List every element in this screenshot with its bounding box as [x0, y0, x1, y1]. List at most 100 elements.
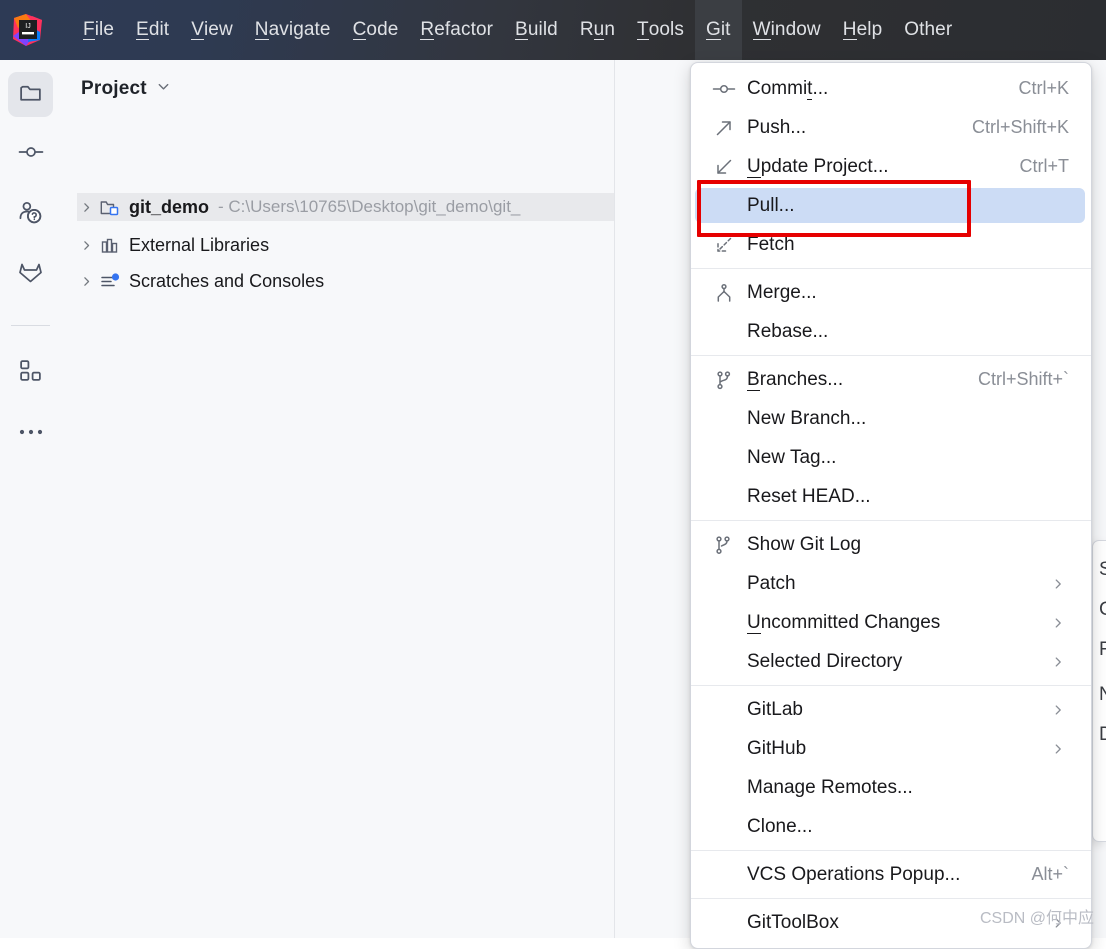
menu-bar-item-build[interactable]: Build [504, 0, 569, 60]
chevron-down-icon[interactable] [156, 79, 171, 99]
peek-menu-item[interactable]: C [1099, 599, 1106, 621]
menu-bar-item-other[interactable]: Other [893, 0, 963, 60]
menu-icon-placeholder [709, 777, 739, 799]
menu-separator [691, 520, 1091, 521]
menu-item-label: Reset HEAD... [747, 485, 871, 507]
more-tool-button[interactable] [8, 410, 53, 455]
menu-icon-placeholder [709, 573, 739, 595]
right-peek-submenu: SCF ND [1092, 540, 1106, 842]
menu-item-label: New Tag... [747, 446, 837, 468]
menu-item-new-tag[interactable]: New Tag... [691, 438, 1091, 477]
menu-icon-placeholder [709, 612, 739, 634]
menu-item-label: Show Git Log [747, 533, 862, 555]
menu-item-label: Manage Remotes... [747, 776, 913, 798]
menu-icon-placeholder [709, 321, 739, 343]
menu-item-uncommitted-changes[interactable]: Uncommitted Changes [691, 603, 1091, 642]
peek-menu-item[interactable]: D [1099, 724, 1106, 746]
menu-icon-placeholder [709, 864, 739, 886]
menu-bar-item-edit[interactable]: Edit [125, 0, 180, 60]
chevron-right-icon[interactable] [77, 236, 95, 254]
menu-icon-placeholder [709, 651, 739, 673]
menu-item-pull[interactable]: Pull... [691, 186, 1091, 225]
watermark: CSDN @何中应 [979, 910, 1094, 927]
project-tool-button[interactable] [8, 72, 53, 117]
menu-icon-placeholder [709, 195, 739, 217]
menu-item-reset-head[interactable]: Reset HEAD... [691, 477, 1091, 516]
tree-item-git-demo[interactable]: git_demo - C:\Users\10765\Desktop\git_de… [77, 193, 614, 221]
gitlab-tool-button[interactable] [8, 252, 53, 297]
menu-bar-item-tools[interactable]: Tools [626, 0, 695, 60]
chevron-right-icon [1051, 616, 1083, 630]
menu-bar-item-refactor[interactable]: Refactor [409, 0, 504, 60]
menu-bar-items: File Edit View Navigate Code Refactor Build Ru n… [72, 0, 963, 60]
tree-item-path: - C:\Users\10765\Desktop\git_demo\git_ [218, 197, 521, 216]
menu-bar-item-window[interactable]: Window [742, 0, 832, 60]
commit-node-icon [18, 139, 44, 170]
menu-item-gitlab[interactable]: GitLab [691, 690, 1091, 729]
chevron-right-icon[interactable] [77, 198, 95, 216]
menu-bar-item-git[interactable]: Git [694, 0, 742, 60]
menu-item-label: Fetch [747, 233, 795, 255]
menu-item-rebase[interactable]: Rebase... [691, 312, 1091, 351]
menu-icon-placeholder [709, 738, 739, 760]
menu-item-label: GitToolBox [747, 911, 839, 933]
menu-bar-item-run[interactable]: Run [569, 0, 626, 60]
menu-bar-item-navigate[interactable]: Navigate [244, 0, 342, 60]
update-icon [709, 156, 739, 178]
menu-item-label: Uncommitted Changes [747, 611, 941, 634]
peek-menu-item[interactable]: F [1099, 639, 1106, 661]
menu-item-new-branch[interactable]: New Branch... [691, 399, 1091, 438]
menu-bar-item-code[interactable]: Code [342, 0, 410, 60]
menu-item-label: GitLab [747, 698, 803, 720]
menu-item-selected-directory[interactable]: Selected Directory [691, 642, 1091, 681]
menu-item-shortcut: Alt+` [1031, 864, 1069, 884]
menu-bar-item-view[interactable]: View [180, 0, 244, 60]
branch-icon [709, 369, 739, 391]
peek-menu-item[interactable]: N [1099, 684, 1106, 706]
git-dropdown-menu: Commit... Ctrl+K Push... Ctrl+Shift+K Update… [690, 62, 1092, 949]
tree-item-label: External Libraries [129, 234, 270, 255]
menu-item-push[interactable]: Push... Ctrl+Shift+K [691, 108, 1091, 147]
menu-bar-item-file[interactable]: File [72, 0, 125, 60]
menu-item-update-project[interactable]: Update Project... Ctrl+T [691, 147, 1091, 186]
menu-separator [691, 268, 1091, 269]
menu-icon-placeholder [709, 486, 739, 508]
menu-item-clone[interactable]: Clone... [691, 807, 1091, 846]
peek-menu-item[interactable]: S [1099, 559, 1106, 581]
menu-item-label: Update Project... [747, 155, 889, 178]
gitlab-fox-icon [17, 259, 44, 290]
tree-item-label: git_demo [129, 196, 210, 217]
menu-item-manage-remotes[interactable]: Manage Remotes... [691, 768, 1091, 807]
menu-item-merge[interactable]: Merge... [691, 273, 1091, 312]
pull-requests-tool-button[interactable] [8, 192, 53, 237]
push-icon [709, 117, 739, 139]
menu-item-show-git-log[interactable]: Show Git Log [691, 525, 1091, 564]
menu-icon-placeholder [709, 912, 739, 934]
menu-item-commit[interactable]: Commit... Ctrl+K [691, 69, 1091, 108]
menu-item-label: Commit... [747, 77, 829, 100]
scratches-icon [99, 271, 121, 291]
tree-item-external-libraries[interactable]: External Libraries [77, 231, 269, 259]
menu-item-label: GitHub [747, 737, 807, 759]
menu-item-branches[interactable]: Branches... Ctrl+Shift+` [691, 360, 1091, 399]
chevron-right-icon[interactable] [77, 272, 95, 290]
chevron-right-icon [1051, 742, 1083, 756]
module-folder-icon [99, 197, 121, 217]
tree-item-label: Scratches and Consoles [129, 270, 325, 291]
svg-text:IJ: IJ [25, 23, 30, 30]
project-panel-header[interactable]: Project [81, 78, 171, 100]
menu-item-label: Branches... [747, 368, 844, 391]
tree-item-scratches-and-consoles[interactable]: Scratches and Consoles [77, 267, 324, 295]
libraries-icon [99, 235, 121, 255]
structure-tool-button[interactable] [8, 350, 53, 395]
commit-tool-button[interactable] [8, 132, 53, 177]
menu-item-shortcut: Ctrl+Shift+K [971, 117, 1069, 137]
menu-item-patch[interactable]: Patch [691, 564, 1091, 603]
menu-item-github[interactable]: GitHub [691, 729, 1091, 768]
menu-item-label: Pull... [747, 194, 795, 216]
menu-item-vcs-operations-popup[interactable]: VCS Operations Popup... Alt+` [691, 855, 1091, 894]
menu-icon-placeholder [709, 699, 739, 721]
menu-item-fetch[interactable]: Fetch [691, 225, 1091, 264]
project-tool-window: Project git_demo - C:\Users\10765\Deskto… [61, 60, 615, 938]
menu-bar-item-help[interactable]: Help [832, 0, 893, 60]
